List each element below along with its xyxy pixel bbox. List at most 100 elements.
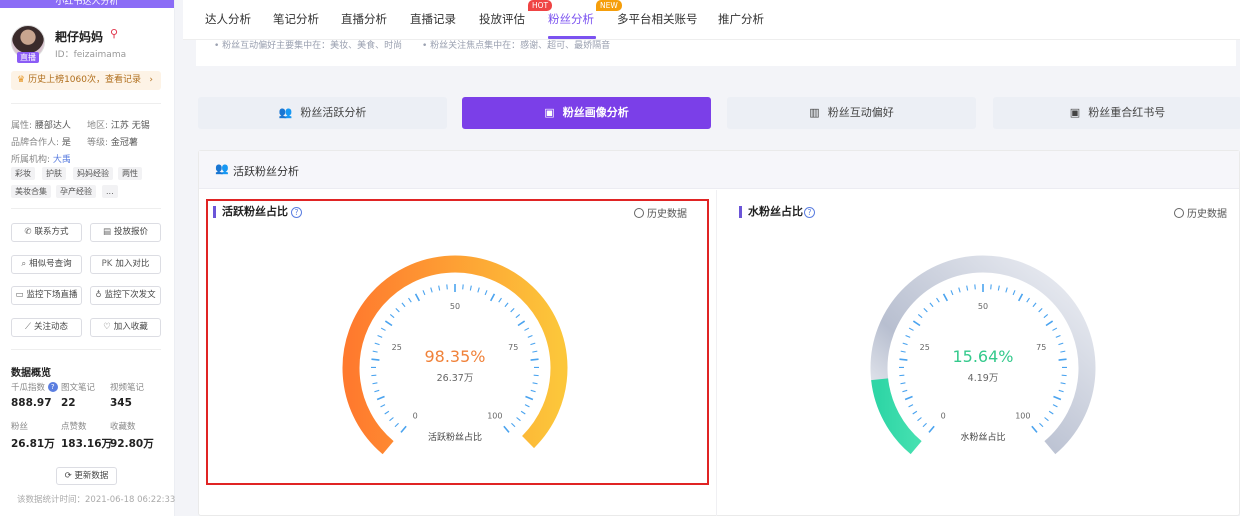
help-icon[interactable]: ? bbox=[804, 207, 815, 218]
gauge-tick bbox=[958, 287, 961, 293]
gauge-tick bbox=[908, 327, 914, 331]
video-icon: ▭ bbox=[15, 290, 24, 300]
tag: 彩妆 bbox=[11, 167, 35, 180]
similar-search-button[interactable]: ⌕ 相似号查询 bbox=[11, 255, 82, 274]
gauge-tick bbox=[900, 350, 906, 353]
gauge-tick bbox=[928, 425, 935, 433]
overview-value: 345 bbox=[110, 397, 132, 409]
tab-fan-interaction[interactable]: ▥ 粉丝互动偏好 bbox=[727, 97, 976, 129]
heart-icon: ♡ bbox=[103, 322, 111, 332]
tag: 妈妈经验 bbox=[73, 167, 113, 180]
profile: 直播 耙仔妈妈 ⚲ ID：feizaimama bbox=[11, 25, 171, 65]
overview-value: 183.16万 bbox=[61, 438, 113, 450]
attr-org: 所属机构: 大禹 bbox=[11, 155, 71, 165]
gauge-tick bbox=[966, 285, 969, 291]
gauge-tick bbox=[950, 290, 954, 296]
app-root: 小红书达人分析 直播 耙仔妈妈 ⚲ ID：feizaimama ♛ 历史上榜106… bbox=[0, 0, 1240, 516]
overview-label: 图文笔记 bbox=[61, 383, 96, 393]
profile-id: ID：feizaimama bbox=[55, 50, 127, 60]
add-compare-button[interactable]: PK 加入对比 bbox=[90, 255, 161, 274]
overview-label: 点赞数 bbox=[61, 422, 87, 432]
gauge-tick bbox=[1026, 297, 1030, 303]
follow-updates-button[interactable]: ⟋ 关注动态 bbox=[11, 318, 82, 337]
gauge-tick bbox=[900, 382, 906, 385]
gauge-tick bbox=[1058, 342, 1064, 346]
update-data-button[interactable]: ⟳ 更新数据 bbox=[56, 467, 117, 485]
overview-value: 26.81万 bbox=[11, 438, 55, 450]
users-icon: 👥 bbox=[278, 106, 293, 119]
monitor-post-button[interactable]: ♁ 监控下次发文 bbox=[90, 286, 161, 305]
gauge-tick bbox=[1038, 308, 1043, 313]
nav-promotion-analysis[interactable]: 推广分析 bbox=[718, 11, 764, 27]
gauge-tick bbox=[1048, 410, 1054, 415]
live-badge: 直播 bbox=[17, 52, 39, 63]
attr-region: 地区: 江苏 无锡 bbox=[87, 121, 150, 131]
overview-label: 粉丝 bbox=[11, 422, 29, 432]
overview-label: 千瓜指数 ? bbox=[11, 381, 58, 393]
panel-title: 活跃粉丝分析 bbox=[233, 165, 299, 178]
trend-icon: ⟋ bbox=[25, 322, 31, 332]
sidebar: 小红书达人分析 直播 耙仔妈妈 ⚲ ID：feizaimama ♛ 历史上榜106… bbox=[0, 0, 175, 516]
gauge-tick bbox=[905, 334, 911, 338]
gauge-tick bbox=[1045, 320, 1054, 327]
help-icon[interactable]: ? bbox=[47, 382, 58, 392]
refresh-icon: ⟳ bbox=[64, 471, 72, 481]
card-divider bbox=[716, 190, 717, 516]
history-record-bar[interactable]: ♛ 历史上榜1060次，查看记录 › bbox=[11, 71, 161, 90]
pin-icon[interactable]: ⚲ bbox=[110, 27, 118, 40]
gauge-tick bbox=[912, 410, 918, 415]
overview-value: 22 bbox=[61, 397, 76, 409]
quote-button[interactable]: ▤ 投放报价 bbox=[90, 223, 161, 242]
gauge-tick bbox=[917, 417, 922, 422]
sidebar-top-label: 小红书达人分析 bbox=[0, 0, 174, 8]
org-link[interactable]: 大禹 bbox=[53, 155, 71, 165]
contact-button[interactable]: ✆ 联系方式 bbox=[11, 223, 82, 242]
tab-fan-overlap[interactable]: ▣ 粉丝重合红书号 bbox=[993, 97, 1240, 129]
tag: 美妆合集 bbox=[11, 185, 51, 198]
gauge-tick bbox=[1017, 293, 1024, 302]
nav-talent-analysis[interactable]: 达人分析 bbox=[205, 11, 251, 27]
overview-title: 数据概览 bbox=[11, 368, 51, 379]
history-text: 历史上榜1060次，查看记录 bbox=[28, 75, 141, 85]
nav-note-analysis[interactable]: 笔记分析 bbox=[273, 11, 319, 27]
tag-more[interactable]: ... bbox=[102, 185, 118, 198]
tag: 两性 bbox=[118, 167, 142, 180]
tab-fan-activity[interactable]: 👥 粉丝活跃分析 bbox=[198, 97, 447, 129]
gauge-tick bbox=[912, 320, 921, 327]
gauge-tick-label: 50 bbox=[978, 302, 988, 311]
phone-icon: ✆ bbox=[24, 227, 32, 237]
gauge-tick-label: 0 bbox=[941, 411, 946, 420]
nav-live-records[interactable]: 直播记录 bbox=[410, 11, 456, 27]
overview-label: 视频笔记 bbox=[110, 383, 145, 393]
summary-right: • 粉丝关注焦点集中在：感谢、超可、最娇隔音 bbox=[422, 41, 611, 51]
nav-placement-eval[interactable]: 投放评估 bbox=[479, 11, 525, 27]
gauge-caption: 水粉丝占比 bbox=[960, 431, 1005, 443]
crown-icon: ♛ bbox=[17, 75, 26, 85]
gauge-tick bbox=[1039, 422, 1044, 428]
add-favorite-button[interactable]: ♡ 加入收藏 bbox=[90, 318, 161, 337]
tab-fan-profile[interactable]: ▣ 粉丝画像分析 bbox=[462, 97, 711, 129]
top-nav: 达人分析 笔记分析 直播分析 直播记录 投放评估 粉丝分析 多平台相关账号 推广… bbox=[183, 0, 1240, 40]
card-title-water: 水粉丝占比 bbox=[739, 206, 803, 218]
gauge-tick bbox=[1005, 287, 1008, 293]
gauge-tick bbox=[1012, 290, 1016, 296]
monitor-live-button[interactable]: ▭ 监控下场直播 bbox=[11, 286, 82, 305]
highlight-box bbox=[206, 199, 709, 485]
search-icon: ⌕ bbox=[21, 259, 27, 269]
history-data-link-water[interactable]: 历史数据 bbox=[1174, 205, 1227, 220]
bar-chart-icon: ▥ bbox=[809, 106, 820, 119]
overview-value: 92.80万 bbox=[110, 438, 154, 450]
gauge-tick bbox=[923, 308, 928, 313]
hot-badge: HOT bbox=[528, 0, 553, 11]
nav-fan-analysis[interactable]: 粉丝分析 bbox=[548, 11, 594, 27]
divider bbox=[11, 208, 161, 209]
gauge-tick bbox=[1060, 382, 1066, 385]
gauge-tick bbox=[929, 302, 934, 308]
nav-multi-platform[interactable]: 多平台相关账号 bbox=[617, 11, 698, 27]
nav-live-analysis[interactable]: 直播分析 bbox=[341, 11, 387, 27]
profile-name: 耙仔妈妈 bbox=[55, 30, 104, 44]
gauge-tick bbox=[908, 404, 914, 408]
gauge-tick bbox=[1053, 395, 1062, 401]
gauge-tick-label: 25 bbox=[920, 343, 930, 352]
id-card-icon: ▣ bbox=[544, 106, 555, 119]
